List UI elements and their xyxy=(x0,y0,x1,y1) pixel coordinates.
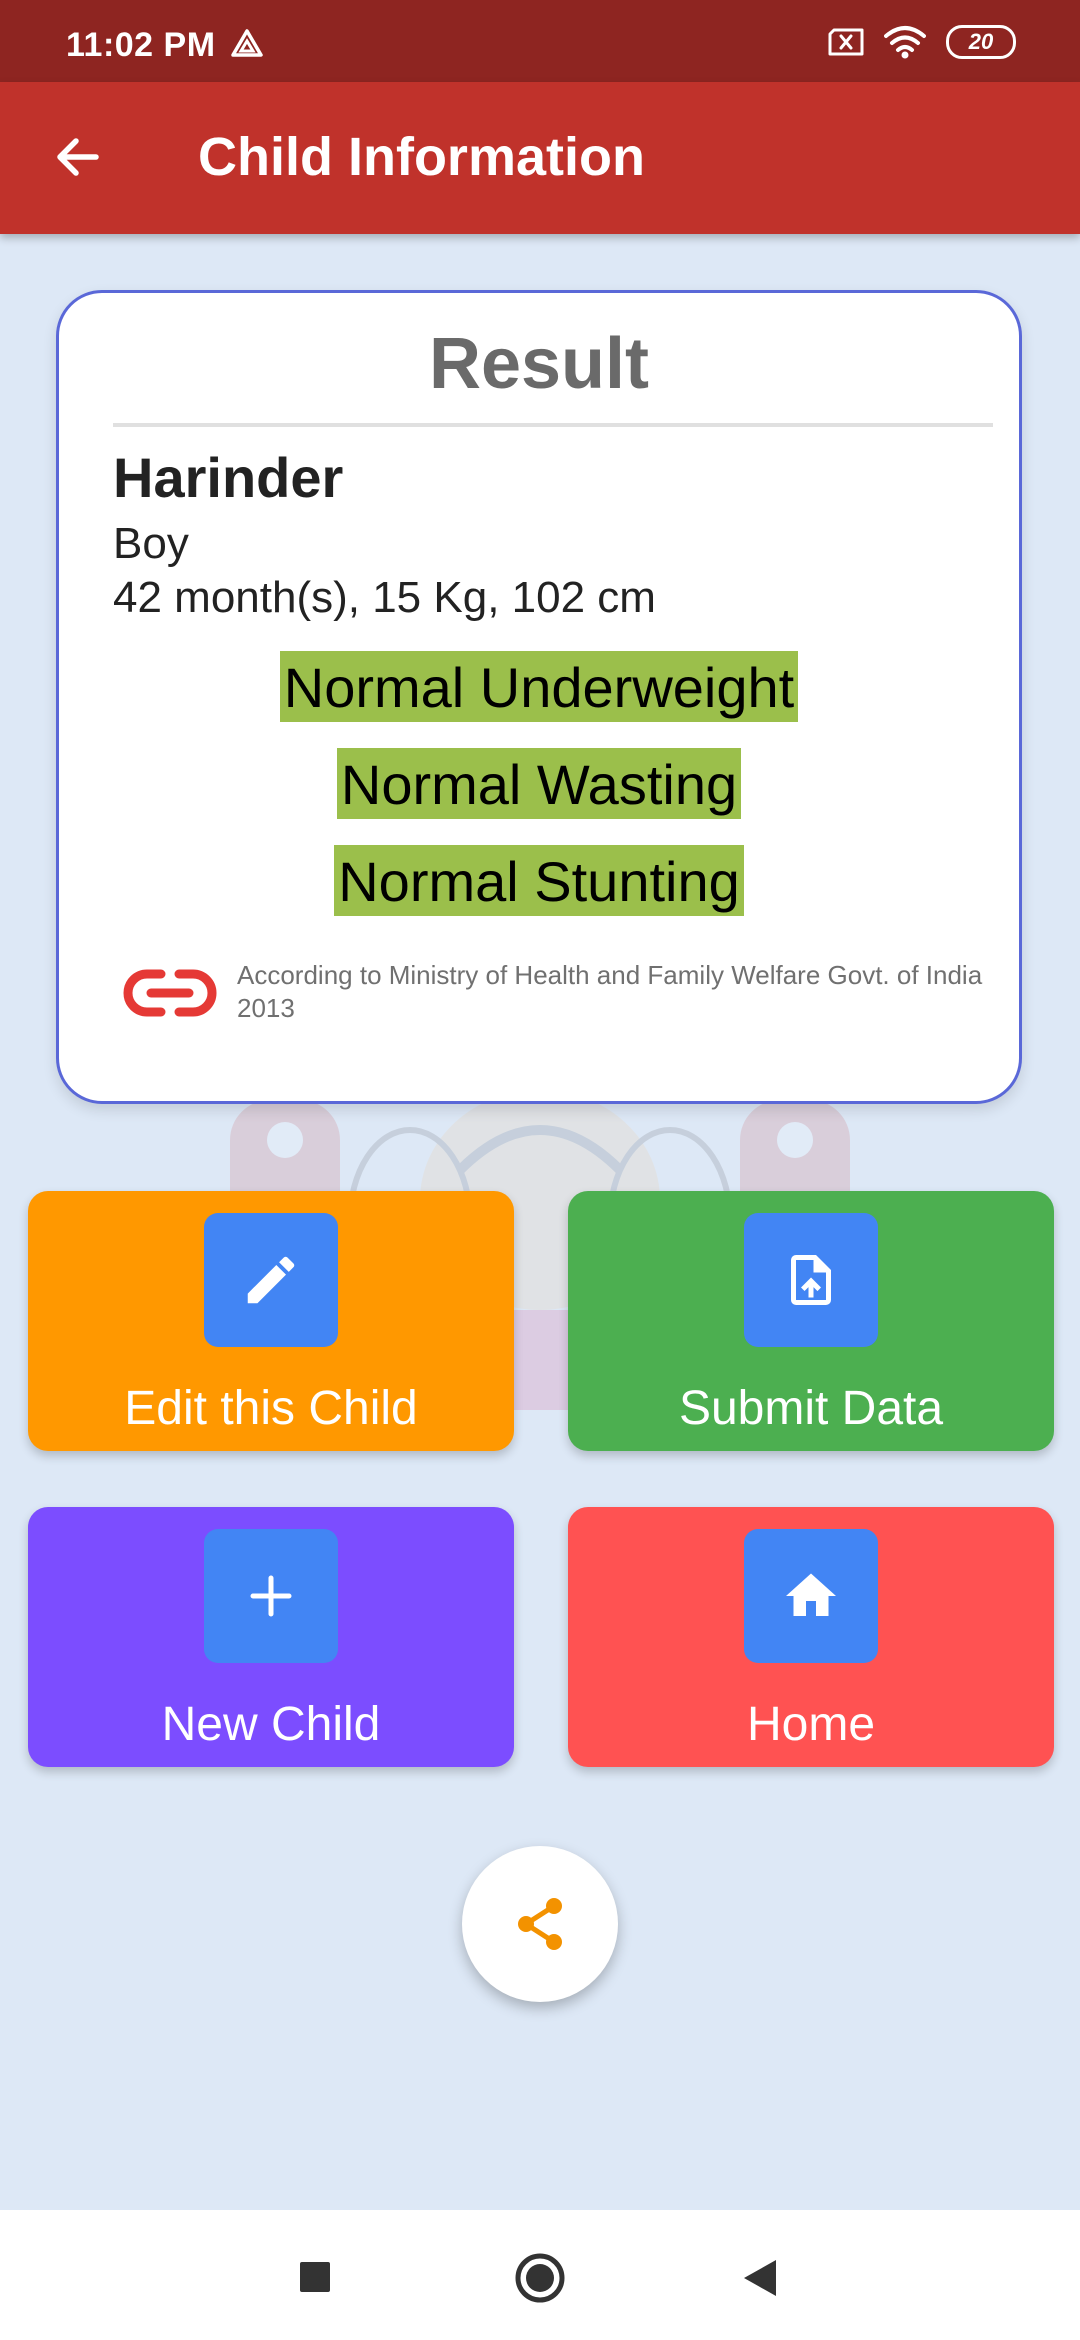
home-label: Home xyxy=(746,1698,876,1751)
app-bar: Child Information xyxy=(0,82,1080,234)
sim-card-icon xyxy=(828,28,864,56)
nutrition-status-list: Normal Underweight Normal Wasting Normal… xyxy=(59,651,1019,942)
recent-apps-icon[interactable] xyxy=(298,2260,332,2294)
link-icon[interactable] xyxy=(123,965,217,1021)
page-title: Child Information xyxy=(198,127,645,187)
status-icons: 20 xyxy=(828,24,1016,60)
status-underweight: Normal Underweight xyxy=(279,651,799,722)
edit-child-button[interactable]: Edit this Child xyxy=(28,1191,514,1451)
source-reference: According to Ministry of Health and Fami… xyxy=(237,960,983,1023)
edit-child-label: Edit this Child xyxy=(124,1382,418,1435)
submit-data-button[interactable]: Submit Data xyxy=(568,1191,1054,1451)
drive-icon xyxy=(231,29,263,57)
submit-data-label: Submit Data xyxy=(678,1382,944,1435)
child-gender: Boy xyxy=(113,519,189,568)
file-upload-icon xyxy=(791,1255,831,1305)
back-nav-icon[interactable] xyxy=(742,2258,778,2298)
wifi-icon xyxy=(884,26,926,59)
status-time: 11:02 PM xyxy=(66,26,216,64)
new-child-button[interactable]: New Child xyxy=(28,1507,514,1767)
new-child-icon-box xyxy=(204,1529,338,1663)
pencil-icon xyxy=(247,1256,295,1304)
share-button[interactable] xyxy=(462,1846,618,2002)
home-button[interactable]: Home xyxy=(568,1507,1054,1767)
result-title: Result xyxy=(428,324,650,404)
child-name: Harinder xyxy=(113,446,344,509)
divider xyxy=(113,423,993,427)
battery-icon: 20 xyxy=(946,25,1016,59)
edit-icon-box xyxy=(204,1213,338,1347)
plus-icon xyxy=(250,1575,292,1617)
result-card: Result Harinder Boy 42 month(s), 15 Kg, … xyxy=(56,290,1022,1104)
home-icon xyxy=(786,1573,836,1616)
navigation-bar xyxy=(0,2210,1080,2340)
share-icon xyxy=(518,1898,562,1950)
submit-icon-box xyxy=(744,1213,878,1347)
battery-level: 20 xyxy=(968,29,994,54)
status-wasting: Normal Wasting xyxy=(336,748,742,819)
arrow-back-icon[interactable] xyxy=(52,132,102,182)
status-bar: 11:02 PM 20 xyxy=(0,0,1080,82)
status-stunting: Normal Stunting xyxy=(334,845,744,916)
home-nav-icon[interactable] xyxy=(514,2252,566,2304)
home-icon-box xyxy=(744,1529,878,1663)
child-stats: 42 month(s), 15 Kg, 102 cm xyxy=(113,573,656,622)
new-child-label: New Child xyxy=(161,1698,381,1751)
